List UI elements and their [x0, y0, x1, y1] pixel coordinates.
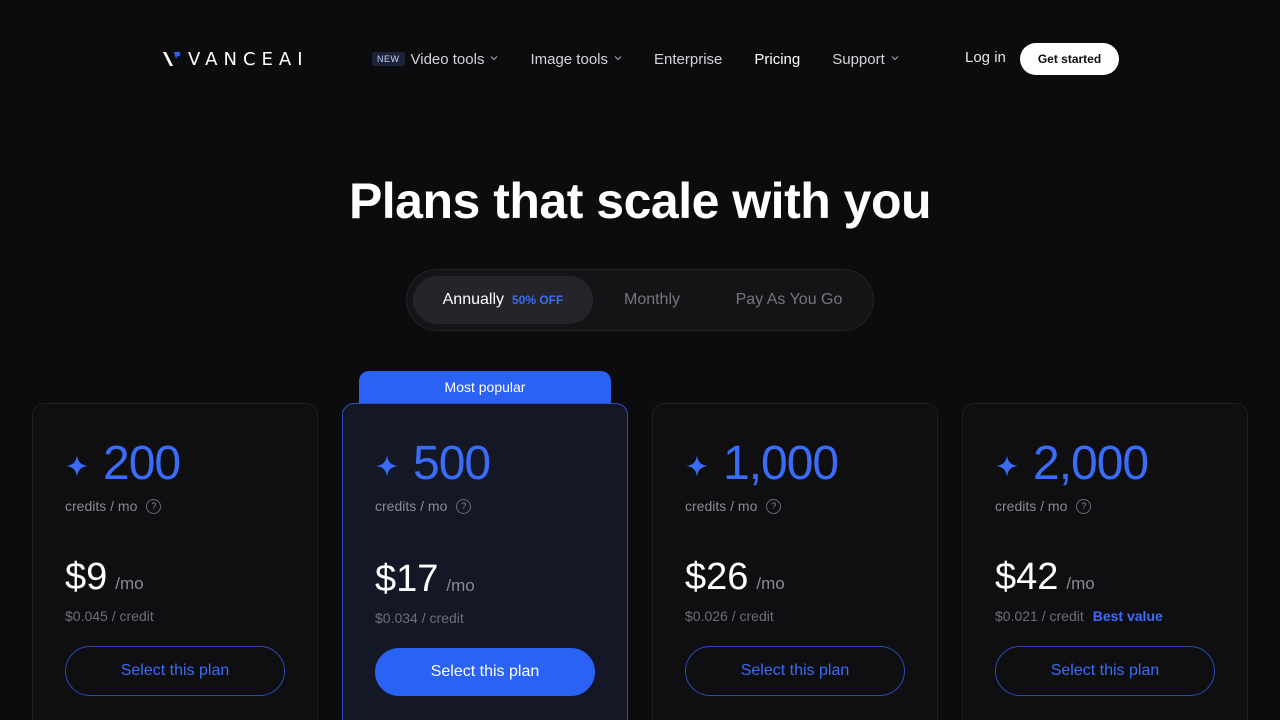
- vanceai-logo[interactable]: VANCEAI: [162, 48, 309, 70]
- chevron-down-icon: [891, 56, 899, 61]
- plan-price: $26: [685, 556, 749, 598]
- plan-card: 2,000 credits / mo ? $42 /mo $0.021 / cr…: [962, 403, 1248, 720]
- site-header: VANCEAI NEW Video tools Image tools Ente…: [0, 0, 1280, 118]
- price-row: $9 /mo: [65, 556, 144, 599]
- sparkle-icon: [996, 454, 1018, 477]
- price-row: $26 /mo: [685, 556, 785, 599]
- help-icon[interactable]: ?: [456, 498, 472, 514]
- best-value-badge: Best value: [1092, 608, 1163, 624]
- credits-label: credits / mo ?: [65, 498, 162, 514]
- per-credit-price: $0.045 / credit: [65, 608, 154, 624]
- help-icon[interactable]: ?: [1076, 498, 1092, 514]
- select-plan-button[interactable]: Select this plan: [375, 648, 595, 696]
- credits-unit: credits / mo: [375, 498, 448, 514]
- nav-pricing[interactable]: Pricing: [754, 51, 800, 68]
- page-title: Plans that scale with you: [348, 173, 932, 229]
- credits-label: credits / mo ?: [375, 498, 472, 514]
- credits-amount: 2,000: [1033, 437, 1149, 490]
- price-row: $17 /mo: [375, 558, 475, 601]
- nav-enterprise[interactable]: Enterprise: [654, 51, 722, 68]
- login-link[interactable]: Log in: [965, 49, 1006, 66]
- credits-unit: credits / mo: [685, 498, 758, 514]
- plan-price: $9: [65, 556, 108, 598]
- per-credit-text: $0.045 / credit: [65, 608, 154, 624]
- nav-support[interactable]: Support: [832, 51, 899, 68]
- discount-badge: 50% OFF: [512, 293, 564, 307]
- chevron-down-icon: [614, 56, 622, 61]
- plan-card: 200 credits / mo ? $9 /mo $0.045 / credi…: [32, 403, 318, 720]
- help-icon[interactable]: ?: [146, 498, 162, 514]
- plan-price: $17: [375, 558, 439, 600]
- plan-card: 1,000 credits / mo ? $26 /mo $0.026 / cr…: [652, 403, 938, 720]
- select-plan-button[interactable]: Select this plan: [995, 646, 1215, 696]
- price-period: /mo: [115, 574, 144, 593]
- most-popular-tab: Most popular: [359, 371, 611, 405]
- per-credit-text: $0.026 / credit: [685, 608, 774, 624]
- plan-price: $42: [995, 556, 1059, 598]
- sparkle-icon: [376, 454, 398, 477]
- nav-image-tools[interactable]: Image tools: [530, 51, 622, 68]
- price-row: $42 /mo: [995, 556, 1095, 599]
- nav-label: Video tools: [410, 50, 485, 68]
- nav-label: Pricing: [754, 50, 801, 68]
- nav-label: Support: [832, 50, 885, 68]
- price-period: /mo: [1066, 574, 1095, 593]
- credits-amount: 1,000: [723, 437, 839, 490]
- per-credit-price: $0.034 / credit: [375, 610, 464, 626]
- toggle-label: Monthly: [623, 291, 681, 308]
- credits-unit: credits / mo: [65, 498, 138, 514]
- toggle-pay-as-you-go[interactable]: Pay As You Go: [717, 276, 861, 324]
- select-plan-button[interactable]: Select this plan: [685, 646, 905, 696]
- credits-row: 500: [375, 436, 491, 491]
- chevron-down-icon: [491, 56, 498, 61]
- help-icon[interactable]: ?: [766, 498, 782, 514]
- new-badge: NEW: [372, 52, 405, 66]
- toggle-monthly[interactable]: Monthly: [597, 276, 707, 324]
- per-credit-text: $0.021 / credit: [995, 608, 1084, 624]
- nav-video-tools[interactable]: NEW Video tools: [372, 51, 498, 68]
- credits-row: 200: [65, 436, 181, 491]
- logo-text: VANCEAI: [188, 48, 309, 70]
- toggle-label: Annually: [442, 291, 504, 308]
- per-credit-price: $0.026 / credit: [685, 608, 774, 624]
- credits-row: 2,000: [995, 436, 1149, 491]
- toggle-annually[interactable]: Annually 50% OFF: [413, 276, 593, 324]
- credits-label: credits / mo ?: [685, 498, 782, 514]
- price-period: /mo: [446, 576, 475, 595]
- nav-label: Enterprise: [654, 50, 723, 68]
- nav-label: Image tools: [530, 50, 608, 68]
- per-credit-text: $0.034 / credit: [375, 610, 464, 626]
- credits-amount: 200: [103, 437, 181, 490]
- credits-label: credits / mo ?: [995, 498, 1092, 514]
- get-started-button[interactable]: Get started: [1020, 43, 1119, 75]
- logo-mark-icon: [163, 51, 181, 66]
- credits-amount: 500: [413, 437, 491, 490]
- credits-unit: credits / mo: [995, 498, 1068, 514]
- billing-period-toggle: Annually 50% OFF Monthly Pay As You Go: [406, 269, 874, 331]
- per-credit-price: $0.021 / credit Best value: [995, 608, 1163, 624]
- sparkle-icon: [66, 454, 88, 477]
- sparkle-icon: [686, 454, 708, 477]
- plan-card-featured: 500 credits / mo ? $17 /mo $0.034 / cred…: [342, 403, 628, 720]
- price-period: /mo: [756, 574, 785, 593]
- select-plan-button[interactable]: Select this plan: [65, 646, 285, 696]
- main-nav: NEW Video tools Image tools Enterprise P…: [372, 46, 931, 72]
- toggle-label: Pay As You Go: [735, 291, 843, 308]
- credits-row: 1,000: [685, 436, 839, 491]
